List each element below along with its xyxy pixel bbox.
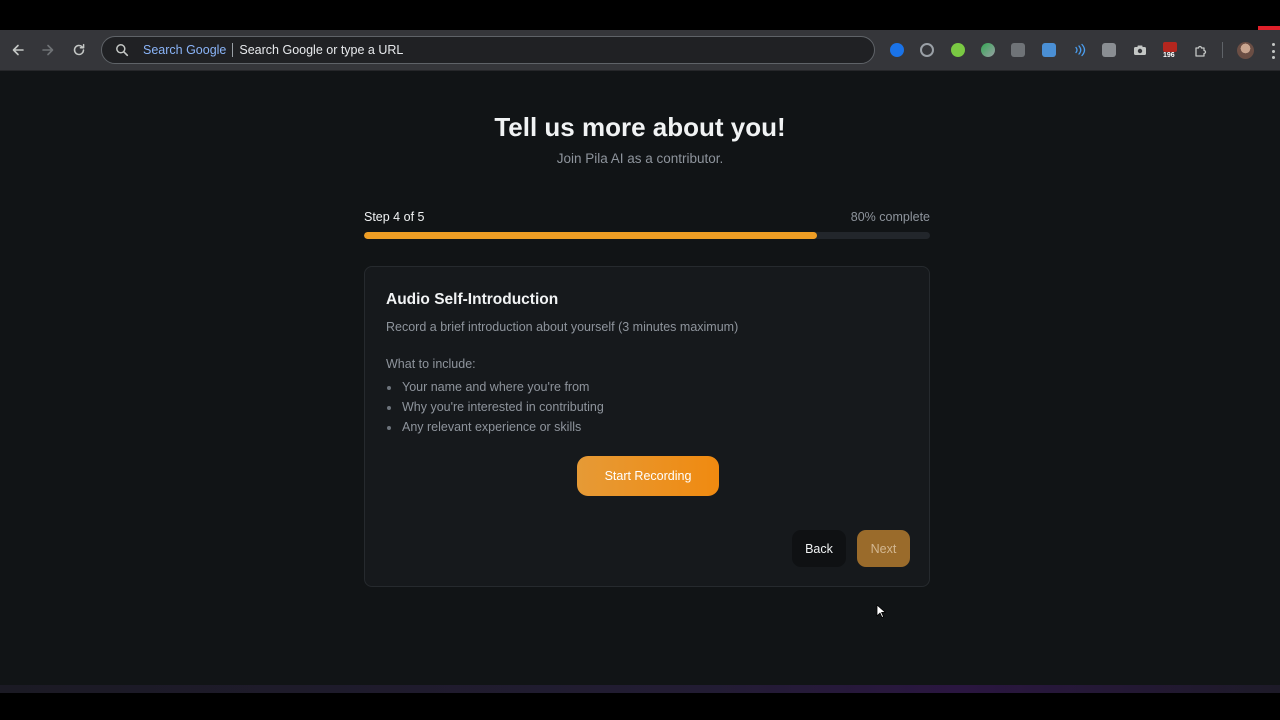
next-button[interactable]: Next xyxy=(857,530,910,567)
address-bar[interactable]: Search Google xyxy=(101,36,875,64)
back-button[interactable]: Back xyxy=(792,530,846,567)
list-item: Any relevant experience or skills xyxy=(386,420,604,440)
include-heading: What to include: xyxy=(386,357,476,371)
forward-arrow-icon[interactable] xyxy=(36,38,60,62)
card-description: Record a brief introduction about yourse… xyxy=(386,320,739,334)
extension-red-icon[interactable] xyxy=(1163,42,1177,52)
reload-icon[interactable] xyxy=(67,38,91,62)
card-title: Audio Self-Introduction xyxy=(386,291,559,308)
list-item: Why you're interested in contributing xyxy=(386,400,604,420)
screen-top-bar xyxy=(0,0,1280,27)
extension-circle-icon[interactable] xyxy=(920,43,934,57)
extension-blue-icon[interactable] xyxy=(890,43,904,57)
screen-bottom-bar xyxy=(0,693,1280,720)
page-subtitle: Join Pila AI as a contributor. xyxy=(556,151,724,166)
back-arrow-icon[interactable] xyxy=(6,38,30,62)
search-engine-label: Search Google xyxy=(143,43,227,57)
extension-badge: 196 xyxy=(1163,52,1175,59)
extension-folder-icon[interactable] xyxy=(1011,43,1025,57)
signup-page: Tell us more about you! Join Pila AI as … xyxy=(0,71,1280,685)
extension-image-icon[interactable] xyxy=(1042,43,1056,57)
extension-multicolor-icon[interactable] xyxy=(981,43,995,57)
avatar[interactable] xyxy=(1237,42,1254,59)
progress-bar xyxy=(364,232,930,239)
start-recording-button[interactable]: Start Recording xyxy=(577,456,719,496)
page-title: Tell us more about you! xyxy=(494,112,786,142)
camera-icon[interactable] xyxy=(1133,43,1147,57)
more-vert-icon[interactable] xyxy=(1272,43,1276,59)
search-icon xyxy=(116,44,129,57)
include-list: Your name and where you're from Why you'… xyxy=(386,380,604,440)
browser-toolbar: Search Google 196 xyxy=(0,30,1280,71)
step-label: Step 4 of 5 xyxy=(364,210,425,224)
extension-green-icon[interactable] xyxy=(951,43,965,57)
url-input[interactable] xyxy=(239,37,874,63)
omnibox-separator xyxy=(232,43,234,57)
audio-intro-card: Audio Self-Introduction Record a brief i… xyxy=(364,266,930,587)
mouse-cursor-icon xyxy=(876,604,886,618)
puzzle-icon[interactable] xyxy=(1194,43,1208,57)
toolbar-divider xyxy=(1222,42,1223,58)
progress-percent-label: 80% complete xyxy=(850,210,930,224)
extension-read-aloud-icon[interactable] xyxy=(1072,43,1086,57)
list-item: Your name and where you're from xyxy=(386,380,604,400)
extension-copy-icon[interactable] xyxy=(1102,43,1116,57)
progress-bar-fill xyxy=(364,232,817,239)
taskbar-strip xyxy=(0,685,1280,693)
